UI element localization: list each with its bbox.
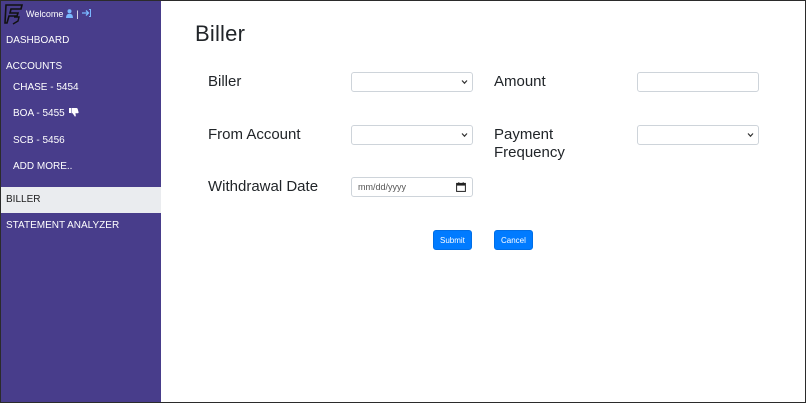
payment-frequency-label-line1: Payment xyxy=(494,126,554,143)
nav-biller[interactable]: BILLER xyxy=(1,187,161,213)
calendar-icon[interactable] xyxy=(456,182,466,192)
amount-input[interactable] xyxy=(637,72,759,92)
nav-statement-analyzer[interactable]: STATEMENT ANALYZER xyxy=(1,213,161,239)
nav-account-chase[interactable]: CHASE - 5454 xyxy=(1,75,161,101)
nav-account-boa[interactable]: BOA - 5455 xyxy=(1,101,161,127)
from-account-label: From Account xyxy=(208,126,301,143)
chevron-down-icon xyxy=(461,80,468,85)
nav-dashboard[interactable]: DASHBOARD xyxy=(1,28,161,54)
user-icon[interactable] xyxy=(66,8,74,20)
withdrawal-date-input[interactable]: mm/dd/yyyy xyxy=(351,177,473,197)
biller-label: Biller xyxy=(208,73,242,90)
thumbs-down-icon xyxy=(69,108,80,117)
welcome-text: Welcome xyxy=(26,9,64,19)
payment-frequency-label-line2: Frequency xyxy=(494,144,565,161)
chevron-down-icon xyxy=(747,133,754,138)
chevron-down-icon xyxy=(461,133,468,138)
sidebar: Welcome | DASHBOARD ACCOUNTS CHASE - 545… xyxy=(1,1,161,402)
logo-icon xyxy=(4,4,24,25)
biller-select[interactable] xyxy=(351,72,473,92)
separator: | xyxy=(76,9,79,19)
brand: Welcome | xyxy=(4,3,91,25)
withdrawal-date-label: Withdrawal Date xyxy=(208,178,319,195)
amount-label: Amount xyxy=(494,73,546,90)
submit-button[interactable]: Submit xyxy=(433,230,472,250)
nav-account-boa-label: BOA - 5455 xyxy=(13,108,65,119)
from-account-select[interactable] xyxy=(351,125,473,145)
sign-out-icon[interactable] xyxy=(81,9,91,19)
page-title: Biller xyxy=(195,21,246,46)
nav-add-more[interactable]: ADD MORE.. xyxy=(1,154,161,180)
payment-frequency-select[interactable] xyxy=(637,125,759,145)
cancel-button[interactable]: Cancel xyxy=(494,230,533,250)
payment-frequency-label: Payment Frequency xyxy=(494,126,565,162)
nav-account-scb[interactable]: SCB - 5456 xyxy=(1,128,161,154)
welcome-area: Welcome | xyxy=(26,8,91,20)
withdrawal-date-placeholder: mm/dd/yyyy xyxy=(358,182,407,192)
